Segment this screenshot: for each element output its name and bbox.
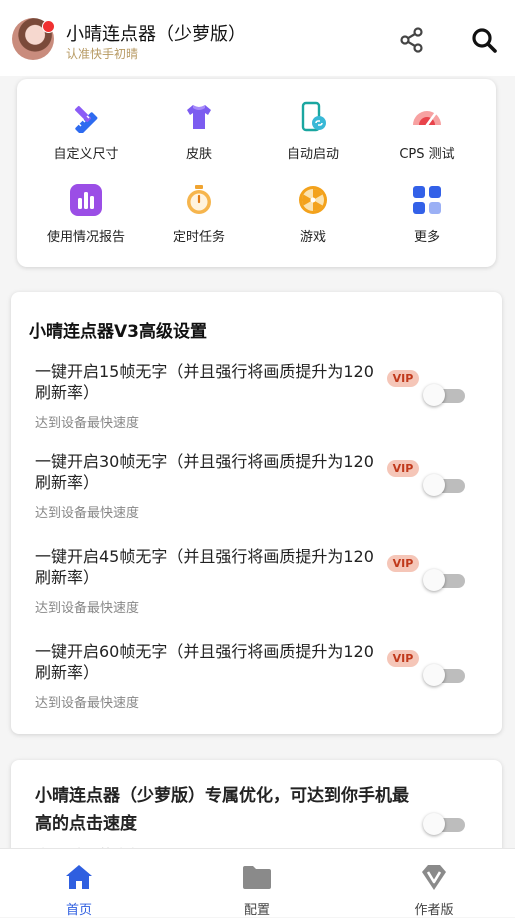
app-header: 小晴连点器（少萝版） 认准快手初晴 — [0, 0, 515, 76]
grid-item-cps-test[interactable]: CPS 测试 — [367, 101, 487, 171]
bar-chart-icon — [70, 184, 102, 216]
grid-item-skin[interactable]: 皮肤 — [139, 101, 259, 171]
nav-item-config[interactable]: 配置 — [207, 849, 307, 918]
grid-item-games[interactable]: 游戏 — [253, 184, 373, 254]
grid-label: 自动启动 — [286, 147, 339, 162]
nav-label: 作者版 — [414, 903, 454, 918]
speedometer-icon — [413, 111, 441, 127]
grid-label: 定时任务 — [172, 230, 225, 245]
setting-row-15fps: 一键开启15帧无字（并且强行将画质提升为120刷新率） 达到设备最快速度 VIP — [11, 361, 502, 451]
phone-link-icon — [301, 101, 326, 132]
setting-title: 一键开启15帧无字（并且强行将画质提升为120刷新率） — [35, 362, 374, 402]
advanced-settings-card: 小晴连点器V3高级设置 一键开启15帧无字（并且强行将画质提升为120刷新率） … — [11, 292, 502, 734]
grid-icon — [413, 186, 441, 214]
setting-title: 一键开启60帧无字（并且强行将画质提升为120刷新率） — [35, 642, 374, 682]
grid-item-usage-report[interactable]: 使用情况报告 — [26, 184, 146, 254]
grid-label: 皮肤 — [185, 147, 212, 162]
toggle-switch[interactable] — [423, 473, 467, 496]
setting-row-30fps: 一键开启30帧无字（并且强行将画质提升为120刷新率） 达到设备最快速度 VIP — [11, 451, 502, 541]
ruler-pencil-icon — [74, 105, 98, 133]
app-title: 小晴连点器（少萝版） — [66, 24, 246, 45]
app-subtitle: 认准快手初晴 — [66, 47, 139, 61]
grid-label: 自定义尺寸 — [53, 147, 119, 162]
toggle-switch[interactable] — [423, 568, 467, 591]
nav-label: 配置 — [243, 903, 270, 918]
stopwatch-icon — [187, 185, 211, 214]
wheel-icon — [299, 186, 327, 214]
grid-label: 使用情况报告 — [46, 230, 125, 245]
setting-row-45fps: 一键开启45帧无字（并且强行将画质提升为120刷新率） 达到设备最快速度 VIP — [11, 546, 502, 636]
grid-item-scheduled-task[interactable]: 定时任务 — [139, 184, 259, 254]
nav-label: 首页 — [65, 903, 92, 918]
grid-label: 更多 — [413, 230, 440, 245]
nav-item-author-edition[interactable]: 作者版 — [384, 849, 484, 918]
toggle-thumb — [423, 474, 445, 496]
toggle-switch[interactable] — [423, 663, 467, 686]
toggle-switch[interactable] — [423, 383, 467, 406]
grid-item-more[interactable]: 更多 — [367, 184, 487, 254]
toggle-thumb — [423, 664, 445, 686]
bottom-navigation: 首页 配置 作者版 — [0, 848, 515, 918]
notification-dot — [42, 20, 55, 33]
optimization-title: 小晴连点器（少萝版）专属优化，可达到你手机最高的点击速度 — [35, 786, 409, 834]
share-icon[interactable] — [398, 26, 426, 54]
toggle-thumb — [423, 569, 445, 591]
setting-description: 达到设备最快速度 — [35, 601, 140, 616]
toggle-thumb — [423, 384, 445, 406]
toggle-thumb — [423, 813, 445, 835]
grid-item-auto-start[interactable]: 自动启动 — [253, 101, 373, 171]
grid-label: 游戏 — [299, 230, 326, 245]
diamond-v-icon — [422, 865, 446, 890]
setting-description: 达到设备最快速度 — [35, 506, 140, 521]
vip-badge: VIP — [387, 650, 419, 667]
section-title: 小晴连点器V3高级设置 — [29, 322, 207, 342]
home-icon — [66, 865, 92, 889]
setting-description: 达到设备最快速度 — [35, 416, 140, 431]
vip-badge: VIP — [387, 555, 419, 572]
quick-actions-card: 自定义尺寸 皮肤 自动启动 CPS 测试 使用情况报告 定时任务 游戏 更多 — [17, 79, 496, 267]
grid-item-custom-size[interactable]: 自定义尺寸 — [26, 101, 146, 171]
folder-icon — [243, 866, 271, 889]
grid-label: CPS 测试 — [399, 147, 455, 162]
setting-description: 达到设备最快速度 — [35, 696, 140, 711]
search-icon[interactable] — [470, 26, 498, 54]
vip-badge: VIP — [387, 460, 419, 477]
setting-title: 一键开启30帧无字（并且强行将画质提升为120刷新率） — [35, 452, 374, 492]
nav-item-home[interactable]: 首页 — [29, 849, 129, 918]
setting-row-60fps: 一键开启60帧无字（并且强行将画质提升为120刷新率） 达到设备最快速度 VIP — [11, 641, 502, 731]
setting-title: 一键开启45帧无字（并且强行将画质提升为120刷新率） — [35, 547, 374, 587]
optimization-toggle[interactable] — [423, 812, 467, 835]
vip-badge: VIP — [387, 370, 419, 387]
shirt-icon — [187, 105, 211, 129]
